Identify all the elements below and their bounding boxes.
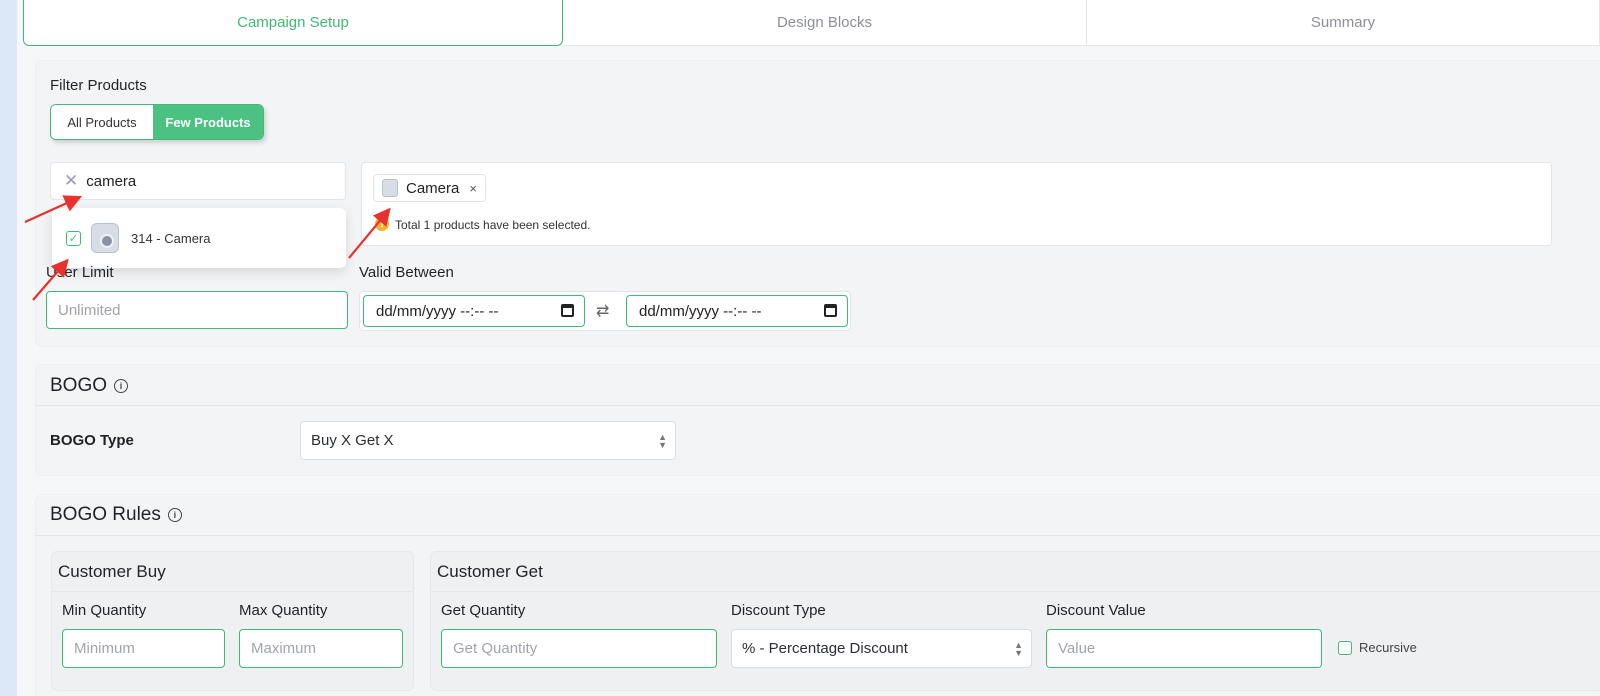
chip-camera-image: [382, 179, 398, 197]
customer-get-panel: [430, 551, 1600, 691]
tab-summary[interactable]: Summary: [1087, 0, 1600, 46]
bogo-heading: BOGO i: [50, 375, 129, 397]
search-results-dropdown: ✓ 314 - Camera: [52, 208, 346, 268]
warning-icon: !: [375, 217, 389, 231]
user-limit-label: User Limit: [46, 264, 114, 281]
tab-campaign-setup[interactable]: Campaign Setup: [23, 0, 563, 46]
end-date-value: dd/mm/yyyy --:-- --: [639, 302, 762, 320]
product-search-input[interactable]: ✕ camera: [50, 162, 346, 200]
info-icon[interactable]: i: [167, 508, 182, 522]
info-icon[interactable]: i: [114, 379, 129, 393]
clear-icon[interactable]: ✕: [64, 171, 78, 191]
customer-get-title: Customer Get: [437, 562, 543, 581]
recursive-label: Recursive: [1359, 640, 1417, 655]
discount-type-value: % - Percentage Discount: [742, 640, 908, 657]
get-quantity-input[interactable]: Get Quantity: [441, 629, 717, 668]
bogo-rules-divider: [35, 535, 1600, 536]
min-quantity-label: Min Quantity: [62, 602, 147, 619]
discount-value-label: Discount Value: [1046, 602, 1146, 619]
start-date-input[interactable]: dd/mm/yyyy --:-- --: [363, 295, 585, 327]
result-checkbox[interactable]: ✓: [66, 230, 81, 246]
tab-design-blocks[interactable]: Design Blocks: [563, 0, 1087, 46]
bogo-rules-title: BOGO Rules: [50, 504, 161, 525]
chip-label: Camera: [406, 179, 460, 197]
chip-remove-icon[interactable]: ×: [469, 181, 477, 196]
step-tabs: Campaign Setup Design Blocks Summary: [23, 0, 1600, 46]
discount-value-input[interactable]: Value: [1046, 629, 1322, 668]
recursive-checkbox[interactable]: [1338, 641, 1352, 655]
filter-products-label: Filter Products: [50, 77, 147, 94]
result-item-label[interactable]: 314 - Camera: [131, 231, 210, 246]
bogo-type-label: BOGO Type: [50, 432, 134, 449]
select-chevron-icon: ▲ ▼: [658, 431, 667, 450]
max-quantity-input[interactable]: Maximum: [239, 629, 403, 668]
bogo-title: BOGO: [50, 375, 108, 396]
customer-buy-title: Customer Buy: [58, 562, 166, 581]
bogo-divider: [35, 405, 1600, 406]
get-quantity-label: Get Quantity: [441, 602, 526, 619]
date-range: dd/mm/yyyy --:-- -- ⇄ dd/mm/yyyy --:-- -…: [359, 291, 851, 331]
selected-product-chip: Camera ×: [373, 174, 486, 202]
bogo-type-value: Buy X Get X: [311, 432, 394, 449]
bogo-card: [35, 364, 1600, 476]
bogo-type-select[interactable]: Buy X Get X ▲ ▼: [300, 421, 676, 460]
all-products-option[interactable]: All Products: [51, 105, 153, 139]
few-products-option[interactable]: Few Products: [153, 105, 263, 139]
discount-type-label: Discount Type: [731, 602, 826, 619]
discount-type-select[interactable]: % - Percentage Discount ▲ ▼: [731, 629, 1032, 668]
select-chevron-icon: ▲ ▼: [1014, 639, 1023, 658]
swap-arrows-icon: ⇄: [596, 303, 610, 320]
selected-products-box: Camera × ! Total 1 products have been se…: [361, 162, 1552, 246]
valid-between-label: Valid Between: [359, 264, 454, 281]
customer-buy-divider: [52, 591, 413, 592]
calendar-icon[interactable]: [561, 304, 574, 317]
product-filter-toggle: All Products Few Products: [50, 104, 264, 140]
camera-product-image: [91, 223, 119, 253]
start-date-value: dd/mm/yyyy --:-- --: [376, 302, 499, 320]
calendar-icon[interactable]: [824, 304, 837, 317]
search-query: camera: [86, 172, 137, 190]
window-left-edge: [0, 0, 17, 696]
user-limit-input[interactable]: Unlimited: [46, 291, 348, 329]
customer-get-divider: [431, 591, 1600, 592]
end-date-input[interactable]: dd/mm/yyyy --:-- --: [626, 295, 848, 327]
selection-count-note: Total 1 products have been selected.: [395, 218, 591, 232]
bogo-rules-heading: BOGO Rules i: [50, 504, 182, 526]
min-quantity-input[interactable]: Minimum: [62, 629, 225, 668]
max-quantity-label: Max Quantity: [239, 602, 328, 619]
